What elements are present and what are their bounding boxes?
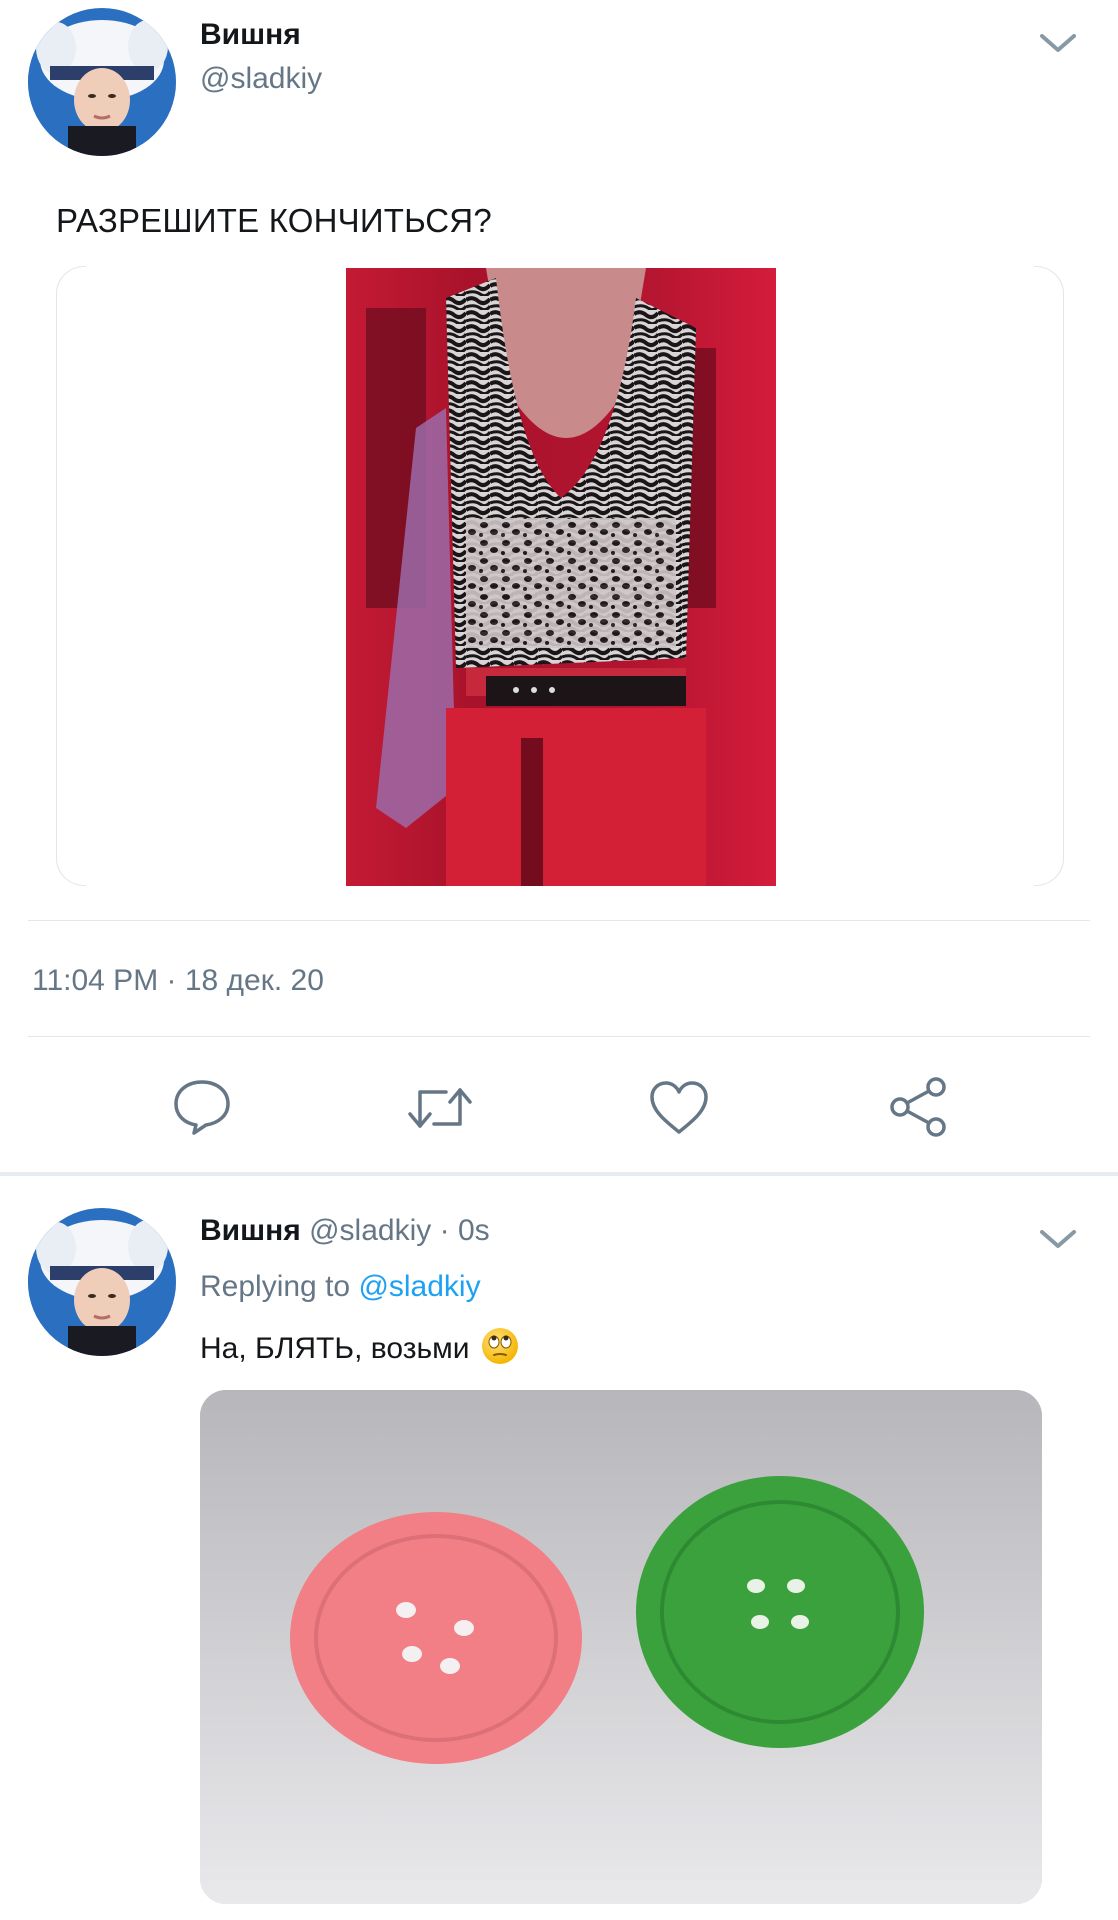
media-corner-tl [56, 266, 86, 296]
media-corner-tr [1034, 266, 1064, 296]
reply-author-avatar[interactable] [28, 1208, 176, 1356]
reply-text-line: На, БЛЯТЬ, возьми [200, 1328, 518, 1366]
chevron-down-icon[interactable] [1038, 30, 1078, 56]
author-avatar[interactable] [28, 8, 176, 156]
eye-roll-emoji-icon [481, 1328, 518, 1364]
media-corner-br [1034, 856, 1064, 886]
divider [28, 1036, 1090, 1037]
author-name[interactable]: Вишня [200, 18, 301, 52]
share-button[interactable] [888, 1076, 952, 1138]
chevron-down-icon[interactable] [1038, 1226, 1078, 1252]
tweet-timestamp[interactable]: 11:04 PM · 18 дек. 20 [32, 964, 324, 998]
avatar-photo [28, 8, 176, 156]
reply-button[interactable] [172, 1078, 232, 1136]
share-icon [890, 1077, 946, 1137]
reply-age: 0s [457, 1214, 490, 1247]
photo-red-outfit [346, 268, 776, 886]
separator-dot: · [439, 1214, 450, 1247]
retweet-icon [408, 1088, 472, 1128]
reply-author-name[interactable]: Вишня [200, 1214, 301, 1247]
heart-icon [650, 1081, 708, 1134]
author-handle[interactable]: @sladkiy [200, 62, 322, 96]
retweet-button[interactable] [404, 1080, 476, 1136]
like-button[interactable] [648, 1080, 710, 1136]
tweet-photo[interactable] [346, 268, 776, 886]
reply-text: На, БЛЯТЬ, возьми [200, 1332, 470, 1365]
reply-author-handle[interactable]: @sladkiy [309, 1214, 431, 1247]
avatar-photo [28, 1208, 176, 1356]
replying-prefix: Replying to [200, 1270, 351, 1303]
media-corner-bl [56, 856, 86, 886]
photo-buttons [200, 1390, 1042, 1904]
replying-handle-link[interactable]: @sladkiy [358, 1270, 480, 1303]
section-divider [0, 1172, 1118, 1176]
divider [28, 920, 1090, 921]
reply-photo[interactable] [200, 1390, 1042, 1904]
tweet-text: РАЗРЕШИТЕ КОНЧИТЬСЯ? [56, 202, 492, 239]
replying-to: Replying to @sladkiy [200, 1270, 481, 1304]
speech-bubble-icon [174, 1080, 230, 1135]
reply-header: Вишня @sladkiy · 0s [200, 1214, 490, 1248]
